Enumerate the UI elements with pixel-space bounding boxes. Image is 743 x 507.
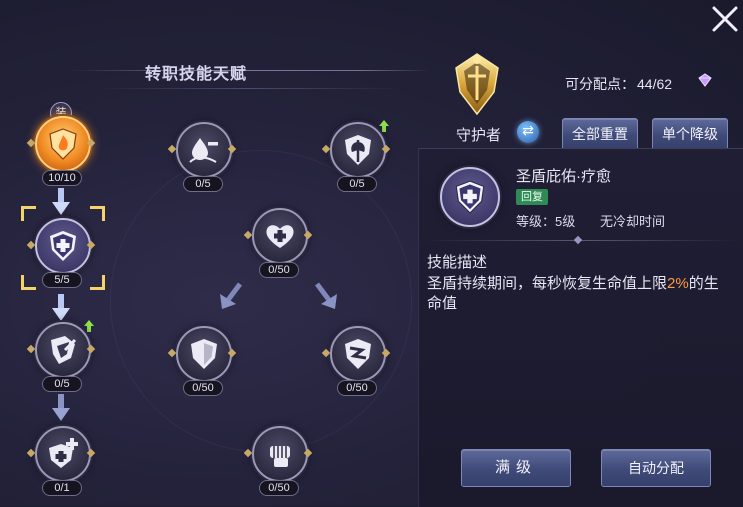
shield-cross-icon: [49, 438, 78, 468]
selected-skill-icon: [440, 167, 500, 227]
skill-node-count: 0/50: [259, 480, 299, 496]
close-button[interactable]: [708, 2, 742, 36]
shield-axe-icon: [345, 135, 371, 165]
selection-corner: [90, 275, 105, 290]
skill-level: 等级：5级: [516, 214, 576, 229]
available-points: 可分配点： 44/62: [565, 74, 672, 94]
points-value: 44/62: [637, 76, 673, 92]
skill-node-count: 0/5: [337, 176, 377, 192]
skill-node-count: 5/5: [42, 272, 82, 288]
shield-plus-icon: [50, 231, 76, 261]
selection-corner: [90, 206, 105, 221]
skill-node-6[interactable]: 0/50: [243, 208, 313, 286]
skill-node-count: 0/50: [337, 380, 377, 396]
shield-wing-icon: [51, 336, 77, 364]
shield-cracked-icon: [345, 339, 371, 369]
shield-icon: [191, 339, 217, 369]
skill-node-1[interactable]: 10/10: [26, 116, 96, 194]
skill-node-7[interactable]: 0/50: [167, 326, 237, 404]
skill-node-5[interactable]: 0/5: [167, 122, 237, 200]
skill-name: 圣盾庇佑·疗愈: [516, 168, 611, 185]
reset-all-button[interactable]: 全部重置: [562, 118, 638, 150]
skill-node-10[interactable]: 0/50: [321, 326, 391, 404]
skill-node-count: 0/1: [42, 480, 82, 496]
skill-node-3[interactable]: 0/5: [26, 322, 96, 400]
header-divider: [70, 70, 430, 71]
swap-class-button[interactable]: ⇄: [517, 121, 539, 143]
swap-icon: ⇄: [522, 122, 534, 138]
heart-plus-icon: [266, 225, 294, 248]
skill-node-count: 0/5: [183, 176, 223, 192]
skill-node-2[interactable]: 5/5: [26, 218, 96, 296]
skill-node-8[interactable]: 0/50: [243, 426, 313, 504]
skill-tag: 回复: [516, 189, 548, 205]
page-title: 转职技能天赋: [145, 66, 248, 83]
points-label: 可分配点：: [565, 76, 635, 92]
auto-assign-button[interactable]: 自动分配: [601, 449, 711, 487]
max-level-button[interactable]: 满级: [461, 449, 571, 487]
down-left-arrow-icon: [220, 282, 242, 309]
header-divider-sub: [100, 88, 400, 89]
skill-node-count: 0/50: [259, 262, 299, 278]
close-icon: [712, 6, 738, 32]
skill-node-count: 10/10: [42, 170, 82, 186]
down-right-arrow-icon: [315, 282, 337, 309]
skill-node-9[interactable]: 0/5: [321, 122, 391, 200]
skill-node-4[interactable]: 0/1: [26, 426, 96, 504]
skill-cooldown: 无冷却时间: [600, 214, 666, 229]
shield-plus-icon: [455, 180, 485, 214]
single-downgrade-button[interactable]: 单个降级: [652, 118, 728, 150]
gem-icon: [697, 73, 713, 87]
skill-node-count: 0/50: [183, 380, 223, 396]
water-drop-minus-icon: [189, 138, 218, 163]
shield-flame-icon: [49, 128, 77, 160]
description-text: 圣盾持续期间，每秒恢复生命值上限2%的生命值: [427, 274, 727, 314]
description-title: 技能描述: [427, 254, 488, 271]
desc-pre: 圣盾持续期间，每秒恢复生命值上限: [427, 275, 668, 292]
down-arrow-icon: [52, 294, 70, 321]
skill-node-count: 0/5: [42, 376, 82, 392]
guardian-emblem-icon: [450, 52, 504, 118]
fist-icon: [270, 446, 290, 467]
class-name: 守护者: [456, 127, 502, 144]
desc-highlight: 2%: [667, 275, 689, 292]
